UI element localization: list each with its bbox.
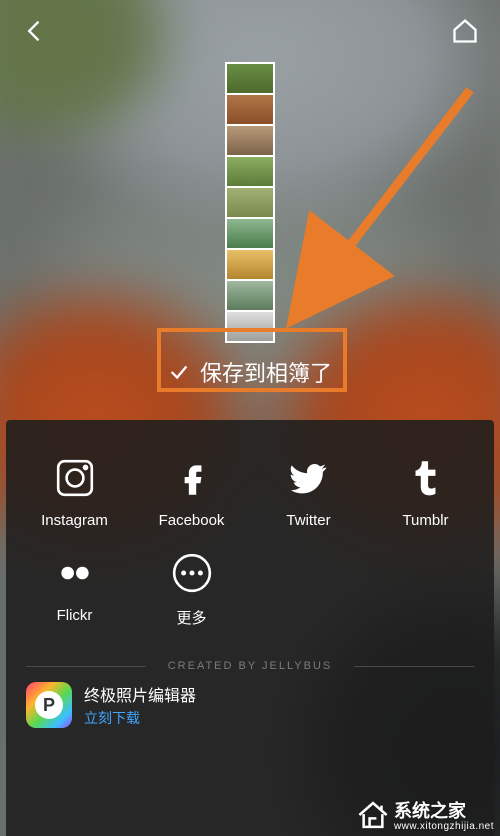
strip-thumb <box>227 64 273 93</box>
credit-line: CREATED BY JELLYBUS <box>16 660 484 672</box>
share-more[interactable]: 更多 <box>133 539 250 638</box>
strip-thumb <box>227 250 273 279</box>
promo-app-icon <box>26 682 72 728</box>
strip-thumb <box>227 95 273 124</box>
watermark: 系统之家 www.xitongzhijia.net <box>350 793 500 836</box>
share-label: 更多 <box>176 607 206 628</box>
photo-strip-preview <box>225 62 275 343</box>
share-flickr[interactable]: Flickr <box>16 539 133 638</box>
strip-thumb <box>227 126 273 155</box>
strip-thumb <box>227 281 273 310</box>
watermark-url: www.xitongzhijia.net <box>394 821 494 832</box>
flickr-icon <box>51 549 99 597</box>
home-button[interactable] <box>444 10 486 52</box>
share-label: Instagram <box>41 512 108 529</box>
screen: 保存到相簿了 Instagram Facebook <box>0 0 500 836</box>
share-label: Flickr <box>57 607 93 624</box>
share-sheet: Instagram Facebook Twitter Tumblr <box>6 420 494 836</box>
share-label: Tumblr <box>402 512 448 529</box>
watermark-logo-icon <box>356 798 390 832</box>
chevron-left-icon <box>21 17 49 45</box>
share-row-1: Instagram Facebook Twitter Tumblr <box>16 444 484 539</box>
facebook-icon <box>168 454 216 502</box>
share-facebook[interactable]: Facebook <box>133 444 250 539</box>
back-button[interactable] <box>14 10 56 52</box>
share-label: Twitter <box>286 512 330 529</box>
instagram-icon <box>51 454 99 502</box>
strip-thumb <box>227 157 273 186</box>
share-label: Facebook <box>159 512 225 529</box>
strip-thumb <box>227 188 273 217</box>
tumblr-icon <box>402 454 450 502</box>
home-icon <box>451 17 479 45</box>
promo-cta: 立刻下载 <box>84 708 196 728</box>
more-icon <box>168 549 216 597</box>
share-twitter[interactable]: Twitter <box>250 444 367 539</box>
annotation-highlight-box <box>157 328 347 392</box>
top-bar <box>0 0 500 62</box>
share-tumblr[interactable]: Tumblr <box>367 444 484 539</box>
promo-title: 终极照片编辑器 <box>84 682 196 706</box>
share-row-2: Flickr 更多 <box>16 539 484 638</box>
promo-banner[interactable]: 终极照片编辑器 立刻下载 <box>16 682 484 740</box>
watermark-brand: 系统之家 <box>394 801 466 821</box>
strip-thumb <box>227 219 273 248</box>
twitter-icon <box>285 454 333 502</box>
share-instagram[interactable]: Instagram <box>16 444 133 539</box>
